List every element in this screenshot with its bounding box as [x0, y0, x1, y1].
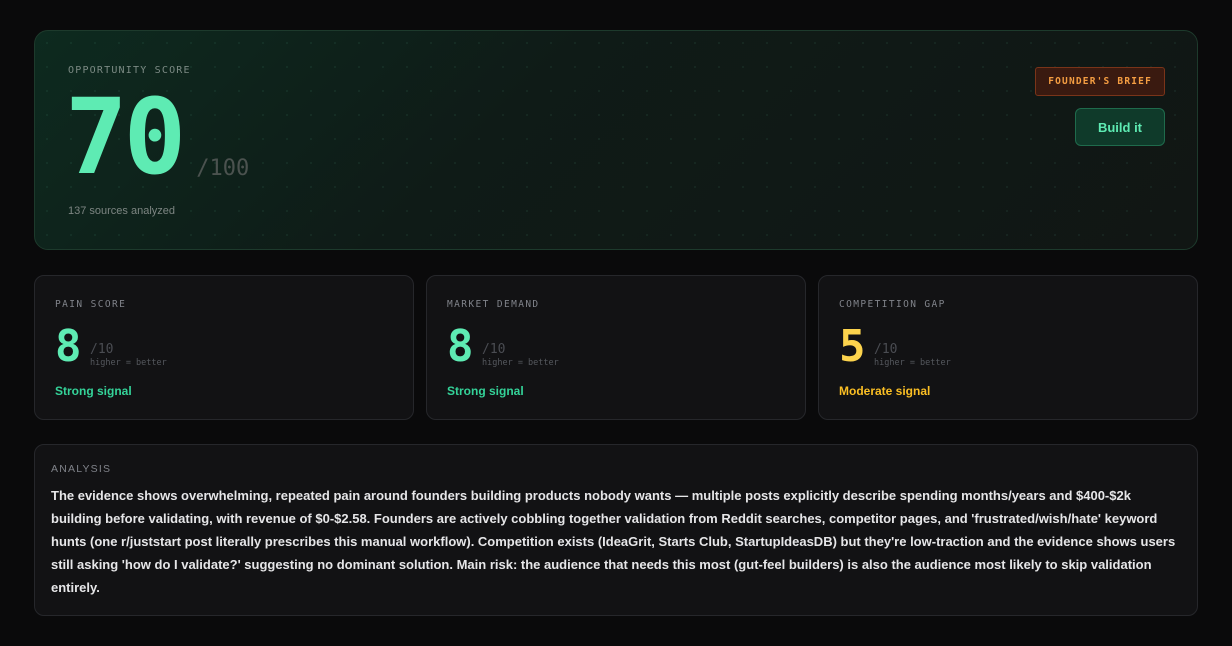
metric-value: 8	[447, 321, 474, 372]
opportunity-score-max: /100	[196, 156, 250, 181]
build-it-button[interactable]: Build it	[1075, 108, 1165, 146]
page: OPPORTUNITY SCORE 70 /100 137 sources an…	[0, 0, 1232, 646]
metric-max: /10	[874, 342, 898, 357]
metric-signal: Strong signal	[447, 384, 524, 398]
metric-label: COMPETITION GAP	[839, 299, 946, 310]
metric-hint: higher = better	[90, 358, 167, 368]
metric-max: /10	[482, 342, 506, 357]
analysis-card: ANALYSIS The evidence shows overwhelming…	[34, 444, 1198, 616]
market-demand-card: MARKET DEMAND 8 /10 higher = better Stro…	[426, 275, 806, 420]
opportunity-score-value: 70	[65, 76, 186, 198]
metric-label: MARKET DEMAND	[447, 299, 540, 310]
opportunity-score-label: OPPORTUNITY SCORE	[68, 65, 191, 76]
metric-value: 8	[55, 321, 82, 372]
founders-brief-badge: FOUNDER'S BRIEF	[1035, 67, 1165, 96]
analysis-text: The evidence shows overwhelming, repeate…	[51, 488, 1176, 595]
competition-gap-card: COMPETITION GAP 5 /10 higher = better Mo…	[818, 275, 1198, 420]
metric-signal: Moderate signal	[839, 384, 931, 398]
metric-label: PAIN SCORE	[55, 299, 127, 310]
pain-score-card: PAIN SCORE 8 /10 higher = better Strong …	[34, 275, 414, 420]
metric-hint: higher = better	[874, 358, 951, 368]
analysis-label: ANALYSIS	[51, 463, 112, 475]
metric-max: /10	[90, 342, 114, 357]
opportunity-score-card: OPPORTUNITY SCORE 70 /100 137 sources an…	[34, 30, 1198, 250]
sources-analyzed: 137 sources analyzed	[68, 205, 176, 217]
score-row: 70 /100	[65, 76, 250, 198]
metric-value: 5	[839, 321, 866, 372]
metric-hint: higher = better	[482, 358, 559, 368]
metric-signal: Strong signal	[55, 384, 132, 398]
